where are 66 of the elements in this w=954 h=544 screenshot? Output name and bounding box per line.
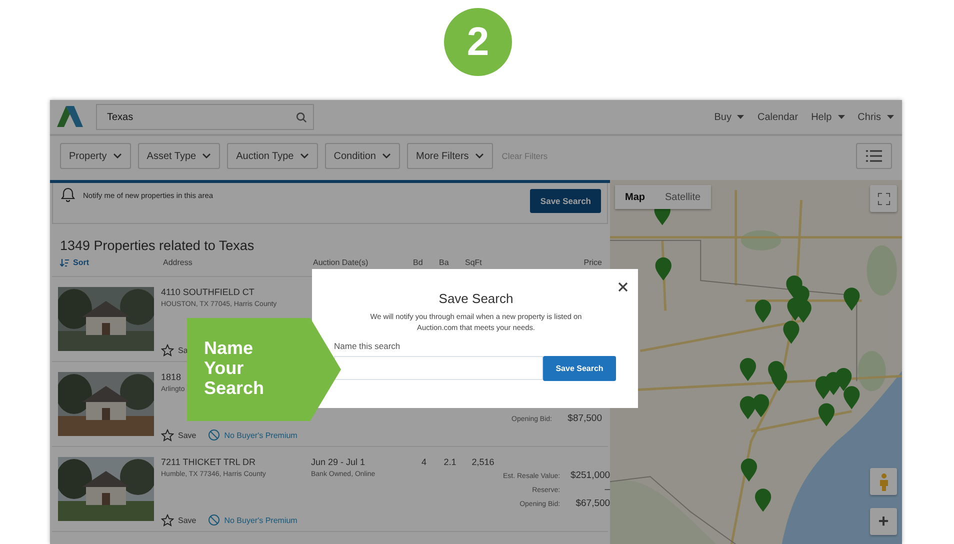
map-type-tab[interactable]: Satellite (655, 185, 711, 209)
save-link[interactable]: Sa (161, 344, 188, 356)
filter-dropdown[interactable]: More Filters (407, 143, 493, 169)
save-link[interactable]: Save (161, 428, 196, 442)
prohibited-icon (208, 514, 220, 526)
step-badge: 2 (444, 8, 512, 76)
column-header: Auction Date(s) (313, 258, 370, 267)
chevron-icon (202, 153, 212, 159)
filter-dropdown[interactable]: Property (60, 143, 131, 169)
filter-dropdown[interactable]: Condition (324, 143, 400, 169)
column-header: Price (582, 258, 602, 267)
sort-icon (60, 258, 69, 266)
sort-link[interactable]: Sort (60, 258, 163, 267)
address-text[interactable]: 1818 (161, 372, 182, 382)
save-search-button[interactable]: Save Search (530, 189, 601, 213)
beds-cell-text: 4 (420, 457, 428, 469)
price-value: $67,500 (574, 498, 610, 509)
chevron-icon (300, 153, 309, 159)
auction-date: Jun 29 - Jul 1 (311, 457, 366, 467)
zoom-in-button[interactable]: + (870, 508, 897, 535)
search-icon[interactable] (296, 112, 307, 122)
search-name-field[interactable] (334, 356, 543, 380)
nav-link[interactable]: Chris (858, 112, 894, 122)
address-text[interactable]: 4110 SOUTHFIELD CT (161, 287, 254, 297)
nav-link[interactable]: Calendar (757, 112, 798, 122)
nav-link[interactable]: Buy (714, 112, 744, 122)
list-icon (866, 150, 882, 162)
logo-icon[interactable] (56, 105, 84, 129)
no-premium-link[interactable]: No Buyer's Premium (208, 429, 298, 441)
map-type-tab[interactable]: Map (615, 185, 655, 209)
caret-icon (887, 114, 894, 120)
chevron-icon (474, 153, 484, 159)
price-value: – (604, 484, 610, 495)
star-icon (161, 428, 174, 442)
chevron-icon (112, 153, 122, 159)
filter-dropdown[interactable]: Asset Type (138, 143, 220, 169)
sqft-cell-text: 2,516 (470, 457, 496, 469)
price-value: $251,000 (569, 470, 610, 481)
prohibited-icon (208, 429, 220, 441)
field-label: Name this search (334, 341, 400, 352)
chevron-icon (382, 153, 391, 159)
caret-icon (838, 114, 845, 120)
column-header: Bd (413, 258, 424, 267)
list-view-button[interactable] (856, 143, 892, 169)
address-text[interactable]: 7211 THICKET TRL DR (161, 457, 256, 467)
column-header: Ba (439, 258, 450, 267)
baths-cell-text: 2.1 (442, 457, 458, 469)
no-premium-link[interactable]: No Buyer's Premium (208, 514, 298, 526)
nav-link[interactable]: Help (811, 112, 845, 122)
star-icon (161, 344, 174, 356)
price-value: $87,500 (566, 413, 602, 424)
filter-dropdown[interactable]: Auction Type (227, 143, 318, 169)
save-link[interactable]: Save (161, 514, 196, 526)
person-icon (878, 472, 888, 490)
fullscreen-button[interactable] (870, 185, 897, 212)
fullscreen-icon (878, 192, 890, 204)
dialog-save-button[interactable]: Save Search (543, 356, 616, 382)
star-icon (161, 514, 174, 526)
close-icon[interactable] (618, 282, 628, 292)
results-title: 1349 Properties related to Texas (60, 238, 256, 253)
dialog-title: Save Search (438, 291, 514, 306)
column-header: Address (163, 258, 194, 267)
bell-icon (61, 187, 75, 202)
caret-icon (737, 114, 744, 120)
column-header: SqFt (465, 258, 483, 267)
search-field[interactable]: Texas (96, 104, 314, 130)
